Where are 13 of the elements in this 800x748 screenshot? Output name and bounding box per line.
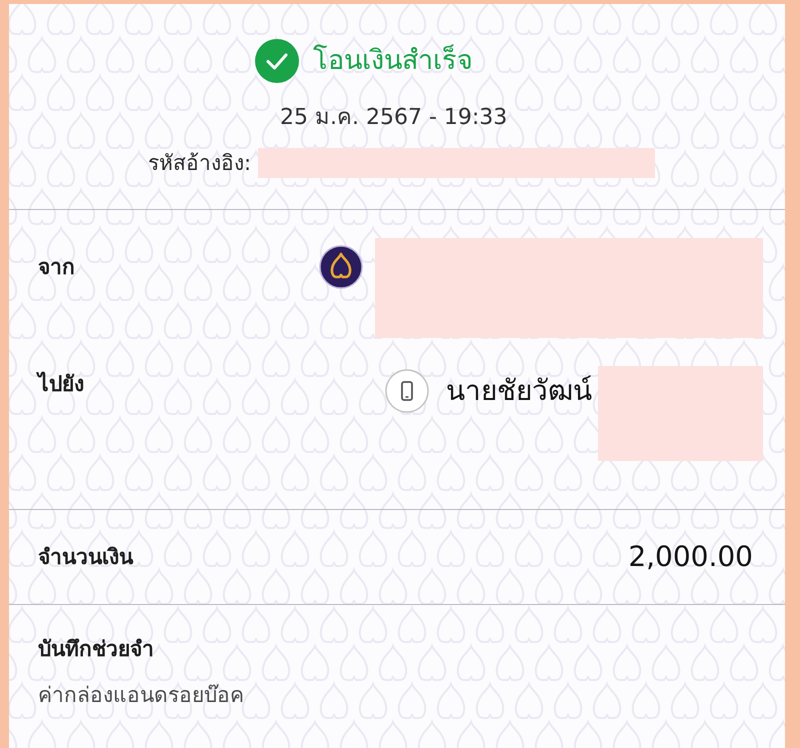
bank-logo-icon [319,245,363,289]
memo-label: บันทึกช่วยจำ [38,636,154,663]
status-title: โอนเงินสำเร็จ [313,43,473,78]
party-label: จาก [38,254,75,281]
check-circle-icon [255,39,299,83]
phone-icon [385,369,429,413]
amount-label: จำนวนเงิน [38,544,133,571]
amount-value: 2,000.00 [628,539,753,575]
transfer-datetime: 25 ม.ค. 2567 - 19:33 [280,104,508,132]
party-label: ไปยัง [38,370,84,398]
reference-label: รหัสอ้างอิง: [148,150,252,177]
memo-text: ค่ากล่องแอนดรอยบ๊อค [38,682,244,709]
recipient-name: นายชัยวัฒน์ [446,373,592,409]
